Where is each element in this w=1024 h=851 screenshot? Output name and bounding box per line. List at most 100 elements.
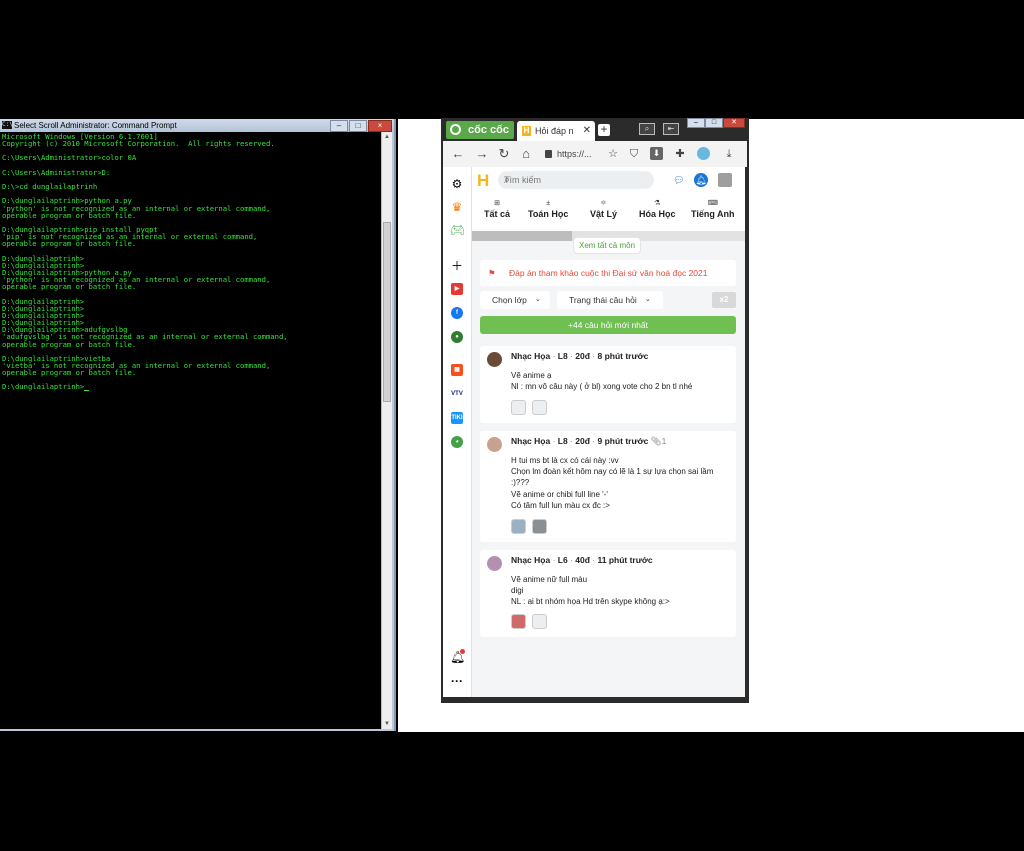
maximize-button[interactable]: □ [705,118,723,128]
command-prompt-window[interactable]: C:\ Select Scroll Administrator: Command… [0,119,396,731]
minimize-button[interactable]: – [330,120,348,132]
announcement-banner[interactable]: ⚑ Đáp án tham khảo cuộc thi Đại sứ văn h… [480,260,736,286]
home-icon[interactable]: ⌂ [518,146,534,162]
search-icon[interactable]: ⌕ [504,171,649,189]
tab-tieng-anh[interactable]: ⌨ Tiếng Anh [691,199,735,219]
forward-icon[interactable]: → [474,146,490,162]
cmd-scrollbar[interactable]: ▲ ▼ [381,132,392,729]
image-thumbnail[interactable] [532,519,547,534]
user-avatar[interactable] [718,173,732,187]
post-line: Vẽ anime nữ full màu [511,575,588,584]
avatar[interactable] [487,556,502,571]
question-card[interactable]: Nhạc Họa · L8 · 20đ · 9 phút trước 📎︎1 H… [480,431,736,542]
tiki-icon[interactable]: TIKI [451,412,463,424]
points-label: 20đ [575,436,590,446]
time-label: 9 phút trước [597,436,649,446]
chat-icon[interactable]: 💬︎ [672,173,686,187]
attachment-thumbs [511,400,547,415]
image-thumbnail[interactable] [532,400,547,415]
youtube-icon[interactable]: ▶ [451,283,463,295]
flag-icon: ⚑ [488,268,496,278]
reload-icon[interactable]: ↻ [496,146,512,162]
bookmark-star-icon[interactable]: ☆ [605,146,621,162]
maximize-button[interactable]: □ [349,120,367,132]
new-tab-button[interactable]: + [598,123,610,136]
scroll-down-icon[interactable]: ▼ [382,719,392,729]
author-name[interactable]: Nhạc Họa [511,555,550,565]
tab-hoidap[interactable]: H Hỏi đáp n ✕ [517,121,595,141]
author-name[interactable]: Nhạc Họa [511,351,550,361]
crown-icon[interactable]: ♛ [450,200,464,214]
console-output[interactable]: Microsoft Windows [Version 6.1.7601] Cop… [0,132,382,729]
status-filter-dropdown[interactable]: Trạng thái câu hỏi ⌄ [557,291,663,309]
question-card[interactable]: Nhạc Họa · L8 · 20đ · 8 phút trước Vẽ an… [480,346,736,423]
scroll-thumb[interactable] [383,222,391,402]
minimize-button[interactable]: – [687,118,705,128]
avatar[interactable] [487,437,502,452]
image-thumbnail[interactable] [532,614,547,629]
post-line: Nl : mn vô câu này ( ở bl) xong vote cho… [511,382,693,392]
image-thumbnail[interactable] [511,614,526,629]
url-field[interactable]: https://... [543,146,607,163]
tab-search-icon[interactable]: ⌕ [639,123,655,135]
more-icon[interactable]: ··· [450,674,464,688]
site-header: H Tìm kiếm ⌕ 💬︎ 🔔︎ [472,167,745,195]
new-questions-button[interactable]: +44 câu hỏi mới nhất [480,316,736,334]
shield-icon[interactable]: ⛉ [626,146,642,162]
back-icon[interactable]: ← [450,146,466,162]
attachment-icon: 📎︎ [650,436,662,446]
mascot-icon[interactable]: ◕ [451,436,463,448]
class-filter-label: Chọn lớp [492,295,527,305]
question-card[interactable]: Nhạc Họa · L6 · 40đ · 11 phút trước Vẽ a… [480,550,736,637]
post-line: Vẽ anime or chibi full line '-' [511,489,608,499]
hoc24-favicon-icon: H [522,126,531,136]
subject-label: Tất cả [484,209,511,219]
tab-vat-ly[interactable]: ⚛ Vật Lý [590,199,617,219]
avatar[interactable] [487,352,502,367]
page-content: ⚙ ♛ 🎮︎ ＋ ▶ f ● ▦ VTV TIKI ◕ 🔔︎ ··· H Tìm… [443,167,745,697]
grade-label: L8 [557,436,568,446]
tab-toan-hoc[interactable]: ± Toán Học [528,199,568,219]
browser-window[interactable]: cốc cốc H Hỏi đáp n ✕ + ⌕ ⇤ – □ ✕ ← → ↻ … [441,118,749,703]
facebook-icon[interactable]: f [451,307,463,319]
cmd-titlebar[interactable]: C:\ Select Scroll Administrator: Command… [0,119,394,132]
cmd-icon: C:\ [2,121,13,129]
image-thumbnail[interactable] [511,519,526,534]
coccoc-brand[interactable]: cốc cốc [446,121,514,139]
post-line: Chọn lm đoàn kết hôm nay có lẽ là 1 sự l… [511,467,714,477]
grade-label: L8 [557,351,568,361]
see-all-subjects-button[interactable]: Xem tất cả môn [573,237,642,254]
image-thumbnail[interactable] [511,400,526,415]
search-input[interactable]: Tìm kiếm ⌕ [498,171,654,189]
download-icon[interactable]: ⤓ [721,146,737,162]
banner-text: Đáp án tham khảo cuộc thi Đại sứ văn hoá… [509,268,708,278]
hoc24-logo-icon[interactable]: H [477,172,492,189]
close-tab-icon[interactable]: ✕ [583,121,591,141]
vtv-icon[interactable]: VTV [451,388,463,400]
tab-tat-ca[interactable]: ⊞ Tất cả [484,199,510,219]
x2-badge[interactable]: x2 [712,292,736,308]
grid-icon: ⊞ [494,200,500,207]
post-body: Vẽ anime nữ full màu digi NL : ai bt nhó… [511,574,729,608]
class-filter-dropdown[interactable]: Chọn lớp ⌄ [480,291,550,309]
sidebar-toggle-icon[interactable]: ⇤ [663,123,679,135]
shop-icon[interactable]: ▦ [451,364,463,376]
post-line: :)??? [511,478,530,488]
game-controller-icon[interactable]: 🎮︎ [450,223,465,237]
extensions-puzzle-icon[interactable]: ✚ [672,146,688,162]
close-button[interactable]: × [368,120,392,132]
tab-hoa-hoc[interactable]: ⚗ Hóa Học [639,199,676,219]
profile-avatar-icon[interactable] [697,147,710,160]
notification-bell-icon[interactable]: 🔔︎ [450,649,465,664]
bell-icon[interactable]: 🔔︎ [694,173,708,187]
scroll-up-icon[interactable]: ▲ [382,132,392,142]
settings-gear-icon[interactable]: ⚙ [450,177,464,191]
close-button[interactable]: ✕ [723,118,745,128]
add-icon[interactable]: ＋ [450,259,464,273]
messenger-icon[interactable]: ● [451,331,463,343]
download-manager-icon[interactable]: ⬇ [650,147,663,160]
subject-label: Vật Lý [590,209,618,219]
attachment-thumbs [511,614,547,629]
post-meta: Nhạc Họa · L6 · 40đ · 11 phút trước [511,555,653,565]
author-name[interactable]: Nhạc Họa [511,436,550,446]
